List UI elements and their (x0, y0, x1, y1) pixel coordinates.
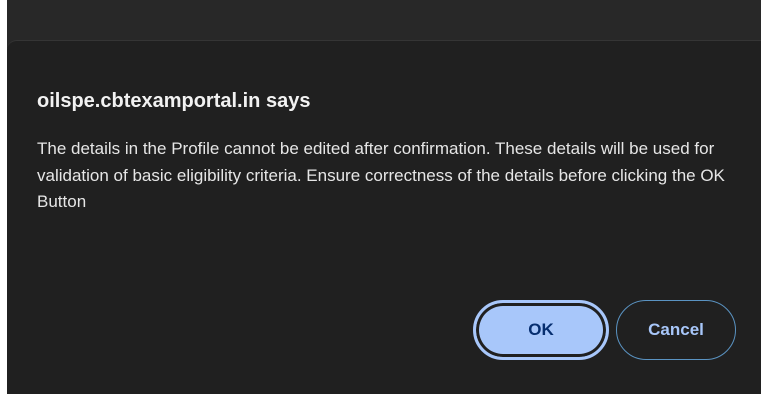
dialog-title: oilspe.cbtexamportal.in says (37, 90, 311, 112)
ok-button[interactable]: OK (473, 300, 609, 360)
cancel-button[interactable]: Cancel (616, 300, 736, 360)
alert-dialog: oilspe.cbtexamportal.in says The details… (7, 40, 761, 394)
screen: oilspe.cbtexamportal.in says The details… (0, 0, 761, 394)
dialog-message: The details in the Profile cannot be edi… (37, 139, 725, 211)
